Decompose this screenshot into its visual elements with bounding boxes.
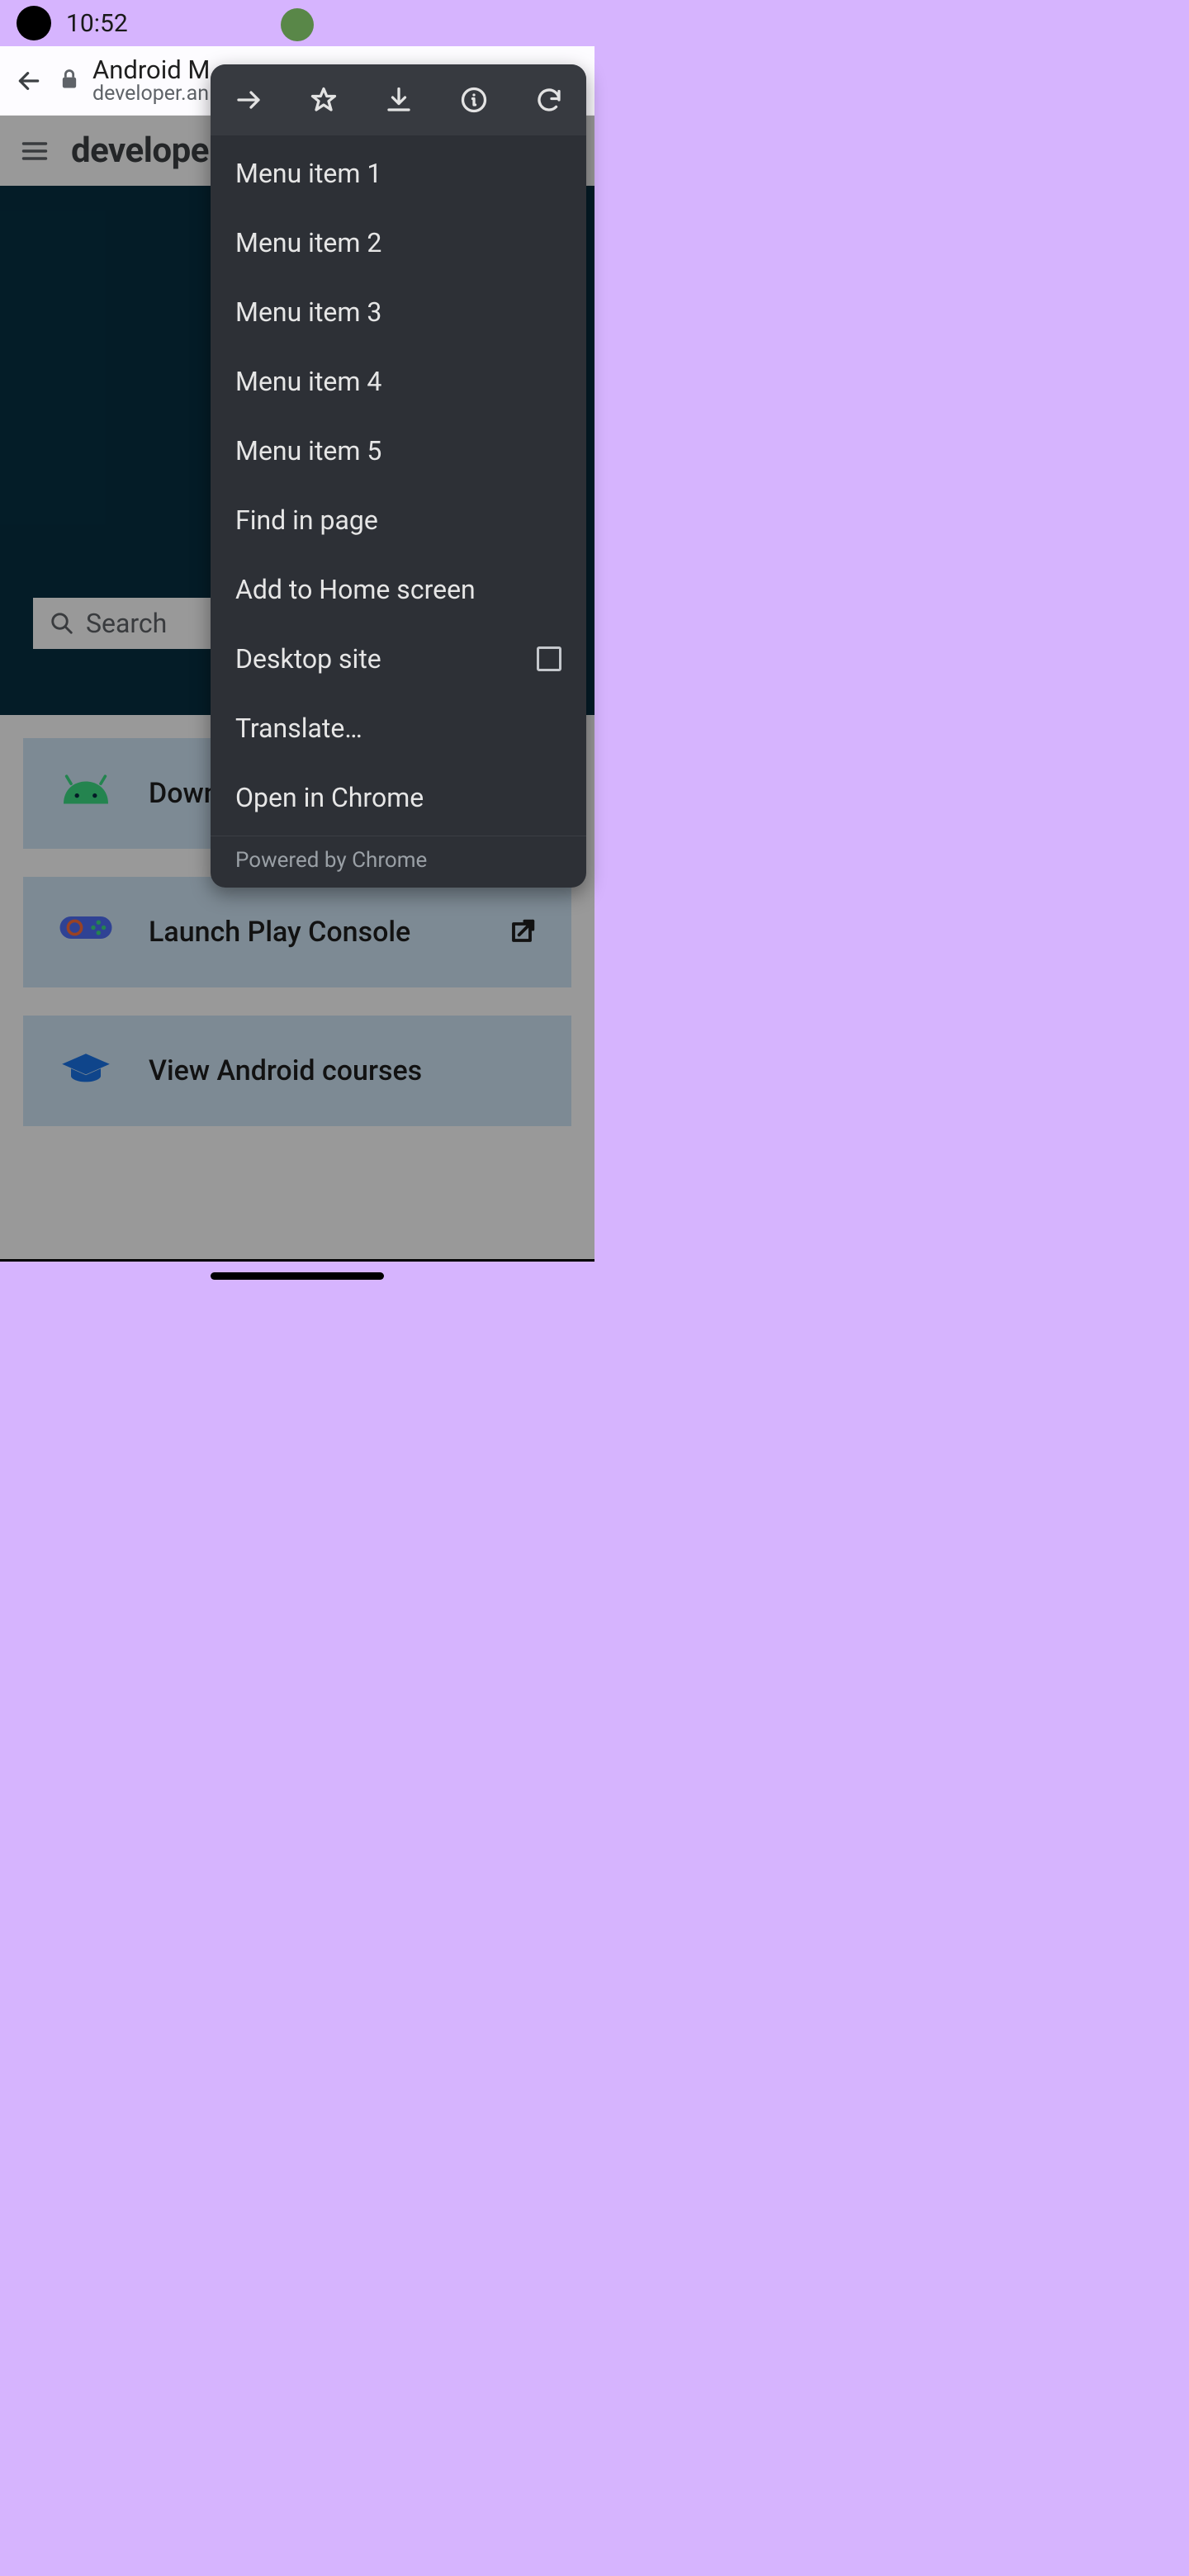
info-icon[interactable] [455, 81, 493, 119]
lock-icon [58, 68, 81, 94]
forward-icon[interactable] [230, 81, 268, 119]
menu-item-find-in-page[interactable]: Find in page [211, 485, 586, 555]
menu-icon-row [211, 64, 586, 135]
menu-item-3[interactable]: Menu item 3 [211, 277, 586, 347]
menu-item-1[interactable]: Menu item 1 [211, 139, 586, 208]
status-bar: 10:52 [0, 0, 594, 46]
nav-bar-pill[interactable] [211, 1272, 384, 1280]
menu-item-4[interactable]: Menu item 4 [211, 347, 586, 416]
page-title: Android M [92, 56, 210, 84]
camera-center [281, 8, 314, 41]
page-url: developer.an [92, 83, 210, 106]
menu-item-desktop-site[interactable]: Desktop site [211, 624, 586, 694]
download-icon[interactable] [380, 81, 418, 119]
back-button[interactable] [12, 64, 46, 98]
menu-footer: Powered by Chrome [211, 836, 586, 888]
menu-item-2[interactable]: Menu item 2 [211, 208, 586, 277]
camera-cutout [17, 6, 51, 40]
menu-item-translate[interactable]: Translate… [211, 694, 586, 763]
menu-item-5[interactable]: Menu item 5 [211, 416, 586, 485]
address-bar[interactable]: Android M developer.an [92, 56, 210, 106]
overflow-menu: Menu item 1 Menu item 2 Menu item 3 Menu… [211, 64, 586, 888]
bookmark-icon[interactable] [305, 81, 343, 119]
menu-item-add-home[interactable]: Add to Home screen [211, 555, 586, 624]
menu-item-open-chrome[interactable]: Open in Chrome [211, 763, 586, 832]
menu-list: Menu item 1 Menu item 2 Menu item 3 Menu… [211, 135, 586, 836]
status-clock: 10:52 [66, 9, 128, 38]
checkbox-unchecked-icon[interactable] [537, 646, 561, 671]
refresh-icon[interactable] [530, 81, 568, 119]
